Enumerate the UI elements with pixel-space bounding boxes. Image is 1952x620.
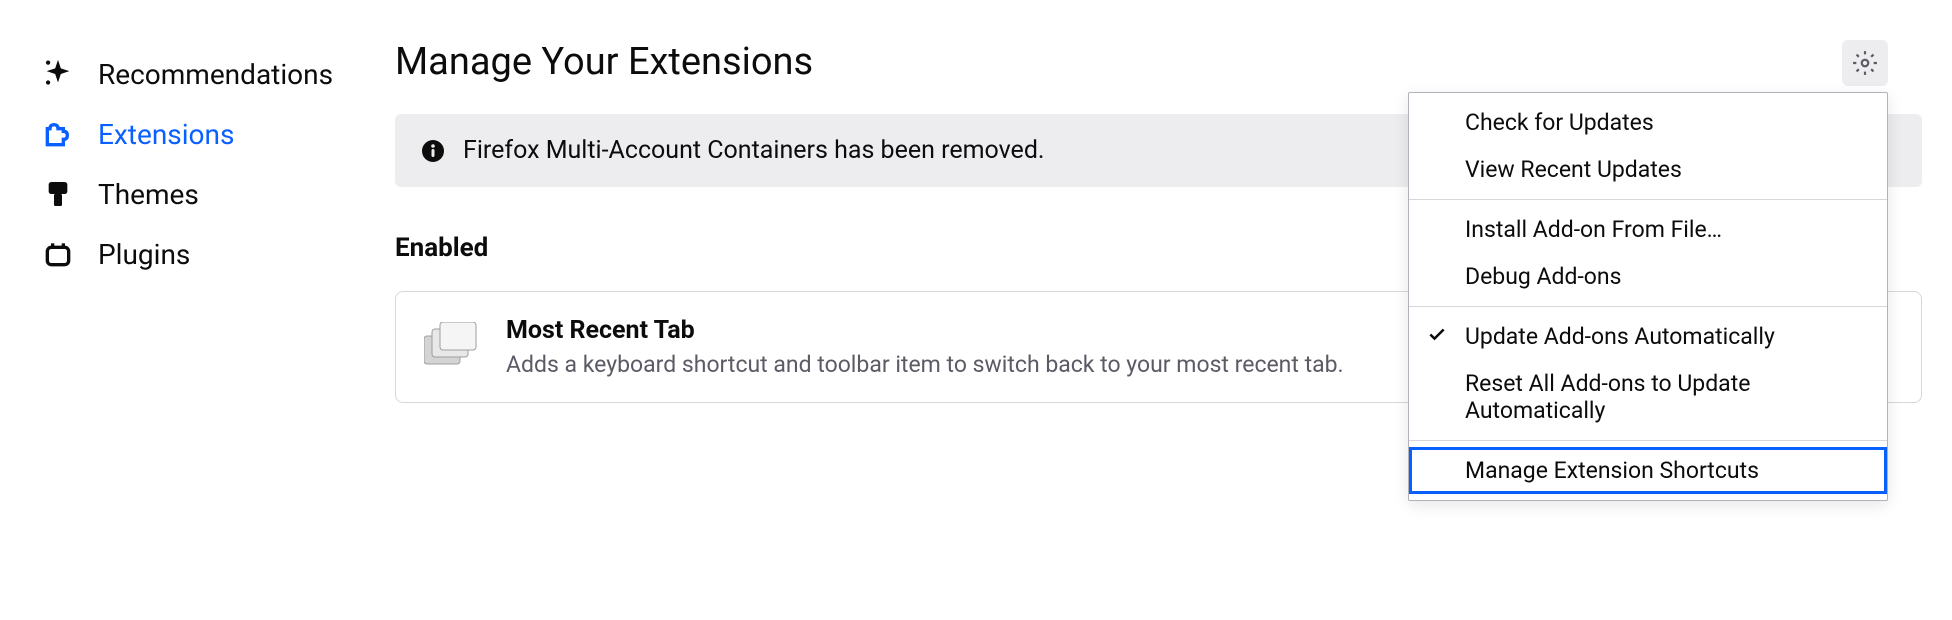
menu-debug-addons[interactable]: Debug Add-ons [1409, 253, 1887, 300]
menu-view-recent-updates[interactable]: View Recent Updates [1409, 146, 1887, 193]
notice-text: Firefox Multi-Account Containers has bee… [463, 136, 1045, 165]
settings-gear-button[interactable] [1842, 40, 1888, 86]
gear-icon [1852, 50, 1878, 76]
sidebar: Recommendations Extensions Themes [30, 40, 385, 403]
sidebar-item-label: Extensions [98, 118, 234, 151]
sidebar-item-themes[interactable]: Themes [30, 164, 385, 224]
menu-manage-shortcuts[interactable]: Manage Extension Shortcuts [1409, 447, 1887, 494]
brush-icon [40, 176, 76, 212]
info-icon [421, 139, 445, 163]
main-content: Manage Your Extensions Check for Updates… [385, 40, 1922, 403]
plugin-icon [40, 236, 76, 272]
extension-icon [424, 322, 478, 366]
sidebar-item-plugins[interactable]: Plugins [30, 224, 385, 284]
page-title: Manage Your Extensions [395, 40, 1922, 84]
sidebar-item-extensions[interactable]: Extensions [30, 104, 385, 164]
sidebar-item-label: Plugins [98, 238, 190, 271]
menu-check-updates[interactable]: Check for Updates [1409, 99, 1887, 146]
sidebar-item-recommendations[interactable]: Recommendations [30, 44, 385, 104]
sparkle-icon [40, 56, 76, 92]
sidebar-item-label: Recommendations [98, 58, 333, 91]
menu-install-from-file[interactable]: Install Add-on From File… [1409, 206, 1887, 253]
puzzle-icon [40, 116, 76, 152]
settings-dropdown: Check for Updates View Recent Updates In… [1408, 92, 1888, 501]
menu-reset-update-auto[interactable]: Reset All Add-ons to Update Automaticall… [1409, 360, 1887, 434]
menu-item-label: Update Add-ons Automatically [1465, 323, 1775, 350]
menu-update-automatically[interactable]: Update Add-ons Automatically [1409, 313, 1887, 360]
check-icon [1427, 323, 1447, 350]
sidebar-item-label: Themes [98, 178, 199, 211]
